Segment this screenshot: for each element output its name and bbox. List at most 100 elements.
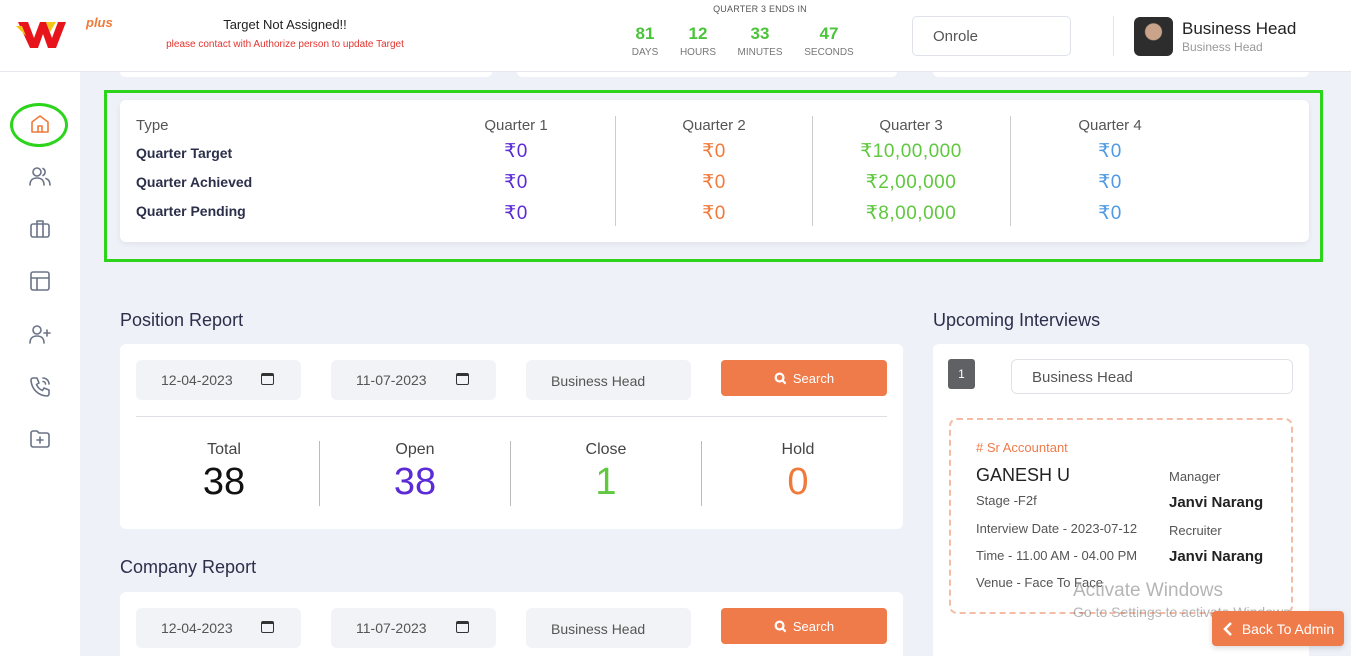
countdown-seconds-label: SECONDS: [804, 47, 854, 58]
candidate-name: GANESH U: [976, 465, 1071, 485]
company-to-date-value: 11-07-2023: [356, 620, 427, 636]
manager-label: Manager: [1169, 469, 1221, 484]
users-icon: [29, 167, 51, 186]
card-edge: [517, 72, 897, 77]
position-search-button[interactable]: Search: [721, 360, 887, 396]
sidebar-item-home[interactable]: [25, 109, 55, 139]
sidebar-item-add-user[interactable]: [25, 319, 55, 349]
back-to-admin-label: Back To Admin: [1241, 620, 1335, 637]
home-icon: [31, 115, 49, 133]
sidebar-item-calls[interactable]: [25, 372, 55, 402]
stat-divider: [701, 441, 702, 506]
stat-total-label: Total: [207, 441, 241, 458]
position-to-date-value: 11-07-2023: [356, 372, 427, 388]
header-divider: [1113, 16, 1114, 56]
watermark-line-1: Activate Windows: [1073, 580, 1223, 601]
employment-type-select[interactable]: Onrole: [912, 16, 1071, 56]
interview-role-select[interactable]: Business Head: [1011, 359, 1293, 394]
quarter-2-column: Quarter 2 ₹0 ₹0 ₹0: [615, 117, 813, 227]
row-label-pending: Quarter Pending: [136, 203, 246, 219]
company-from-date[interactable]: 12-04-2023: [136, 608, 301, 648]
quarter-countdown-title: QUARTER 3 ENDS IN: [713, 4, 807, 14]
target-status-message: please contact with Authorize person to …: [166, 39, 404, 50]
sidebar-item-layout[interactable]: [25, 266, 55, 296]
company-search-button[interactable]: Search: [721, 608, 887, 644]
stat-hold-label: Hold: [781, 441, 815, 458]
interview-count-badge: 1: [948, 359, 975, 389]
row-label-achieved: Quarter Achieved: [136, 174, 253, 190]
countdown-minutes-value: 33: [750, 24, 770, 43]
recruiter-name: Janvi Narang: [1169, 548, 1264, 565]
card-divider: [136, 416, 887, 417]
stat-open-value: 38: [393, 461, 437, 503]
user-avatar[interactable]: [1134, 17, 1173, 56]
calendar-icon[interactable]: [261, 621, 274, 633]
logo-plus-text: plus: [86, 15, 113, 30]
phone-icon: [30, 377, 50, 397]
position-from-date-value: 12-04-2023: [161, 372, 233, 388]
company-role-select[interactable]: Business Head: [526, 608, 691, 648]
company-logo[interactable]: plus: [16, 8, 113, 54]
back-to-admin-button[interactable]: Back To Admin: [1212, 611, 1344, 646]
quarter-4-header: Quarter 4: [1078, 117, 1142, 134]
company-report-card: 12-04-2023 11-07-2023 Business Head Sear…: [120, 592, 903, 656]
interview-stage: Stage -F2f: [976, 493, 1037, 508]
quarter-2-header: Quarter 2: [682, 117, 746, 134]
countdown-minutes: 33 MINUTES: [733, 24, 787, 58]
position-report-card: 12-04-2023 11-07-2023 Business Head Sear…: [120, 344, 903, 529]
stat-total-value: 38: [202, 461, 246, 503]
stat-close-label: Close: [585, 441, 627, 458]
quarter-1-pending: ₹0: [504, 203, 528, 224]
countdown-hours: 12 HOURS: [674, 24, 722, 58]
company-to-date[interactable]: 11-07-2023: [331, 608, 496, 648]
top-header: plus Target Not Assigned!! please contac…: [0, 0, 1351, 72]
stat-close: Close 1: [511, 441, 701, 504]
row-label-target: Quarter Target: [136, 145, 233, 161]
card-edge: [933, 72, 1309, 77]
calendar-icon[interactable]: [456, 373, 469, 385]
quarter-2-target: ₹0: [702, 141, 726, 162]
target-status-title: Target Not Assigned!!: [223, 17, 347, 32]
company-report-title: Company Report: [120, 557, 257, 577]
countdown-minutes-label: MINUTES: [737, 47, 783, 58]
stat-close-value: 1: [595, 461, 617, 503]
layout-icon: [30, 271, 50, 291]
recruiter-label: Recruiter: [1169, 523, 1222, 538]
user-role: Business Head: [1182, 40, 1263, 54]
quarter-3-achieved: ₹2,00,000: [865, 172, 957, 193]
user-plus-icon: [29, 325, 51, 344]
card-edge: [120, 72, 492, 77]
quarter-2-pending: ₹0: [702, 203, 726, 224]
quarter-1-column: Quarter 1 ₹0 ₹0 ₹0: [417, 117, 615, 227]
interview-time: Time - 11.00 AM - 04.00 PM: [976, 548, 1138, 563]
quarter-4-achieved: ₹0: [1098, 172, 1122, 193]
quarter-target-card: Type Quarter Target Quarter Achieved Qua…: [120, 100, 1309, 242]
countdown-days-value: 81: [635, 24, 655, 43]
sidebar: [0, 72, 80, 656]
folder-plus-icon: [30, 430, 50, 448]
user-name[interactable]: Business Head: [1182, 19, 1296, 39]
countdown-days-label: DAYS: [631, 47, 659, 58]
calendar-icon[interactable]: [261, 373, 274, 385]
quarter-4-column: Quarter 4 ₹0 ₹0 ₹0: [1011, 117, 1209, 227]
sidebar-item-jobs[interactable]: [25, 214, 55, 244]
stat-total: Total 38: [129, 441, 319, 504]
quarter-1-header: Quarter 1: [484, 117, 548, 134]
quarter-3-pending: ₹8,00,000: [865, 203, 957, 224]
countdown-hours-value: 12: [688, 24, 708, 43]
position-from-date[interactable]: 12-04-2023: [136, 360, 301, 400]
company-search-label: Search: [792, 618, 835, 634]
position-search-label: Search: [792, 370, 835, 386]
company-from-date-value: 12-04-2023: [161, 620, 233, 636]
interview-date: Interview Date - 2023-07-12: [976, 521, 1138, 536]
search-icon: [774, 372, 787, 384]
countdown-days: 81 DAYS: [624, 24, 666, 58]
position-report-title: Position Report: [120, 310, 244, 330]
stat-open: Open 38: [320, 441, 510, 504]
sidebar-item-users[interactable]: [25, 161, 55, 191]
type-header: Type: [136, 117, 169, 134]
position-role-select[interactable]: Business Head: [526, 360, 691, 400]
sidebar-item-folder[interactable]: [25, 424, 55, 454]
calendar-icon[interactable]: [456, 621, 469, 633]
position-to-date[interactable]: 11-07-2023: [331, 360, 496, 400]
